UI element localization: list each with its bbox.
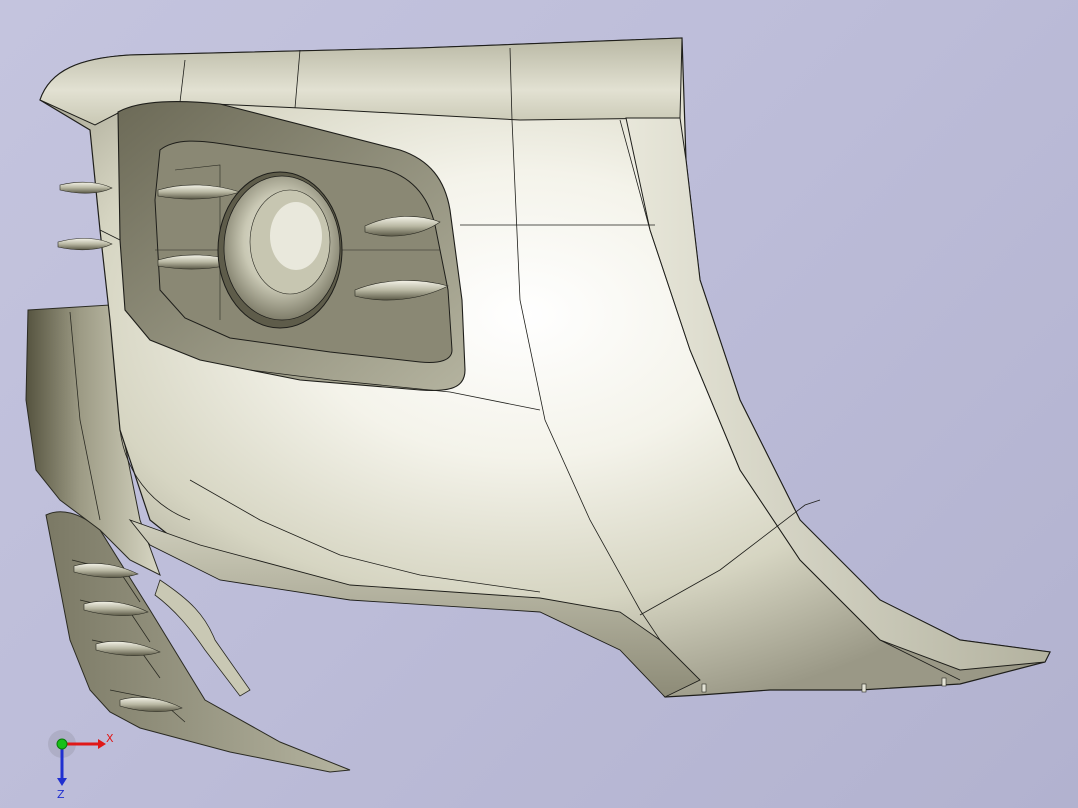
z-axis-arrow [57,778,67,786]
view-triad: X Z [48,730,114,801]
graphics-viewport[interactable]: X Z [0,0,1078,808]
fog-lamp-housing [217,171,343,329]
x-axis-label: X [106,732,114,745]
y-axis-dot [56,738,68,750]
z-axis-label: Z [57,788,65,801]
bumper-part-model[interactable] [0,0,1078,808]
x-axis-arrow [98,739,106,749]
